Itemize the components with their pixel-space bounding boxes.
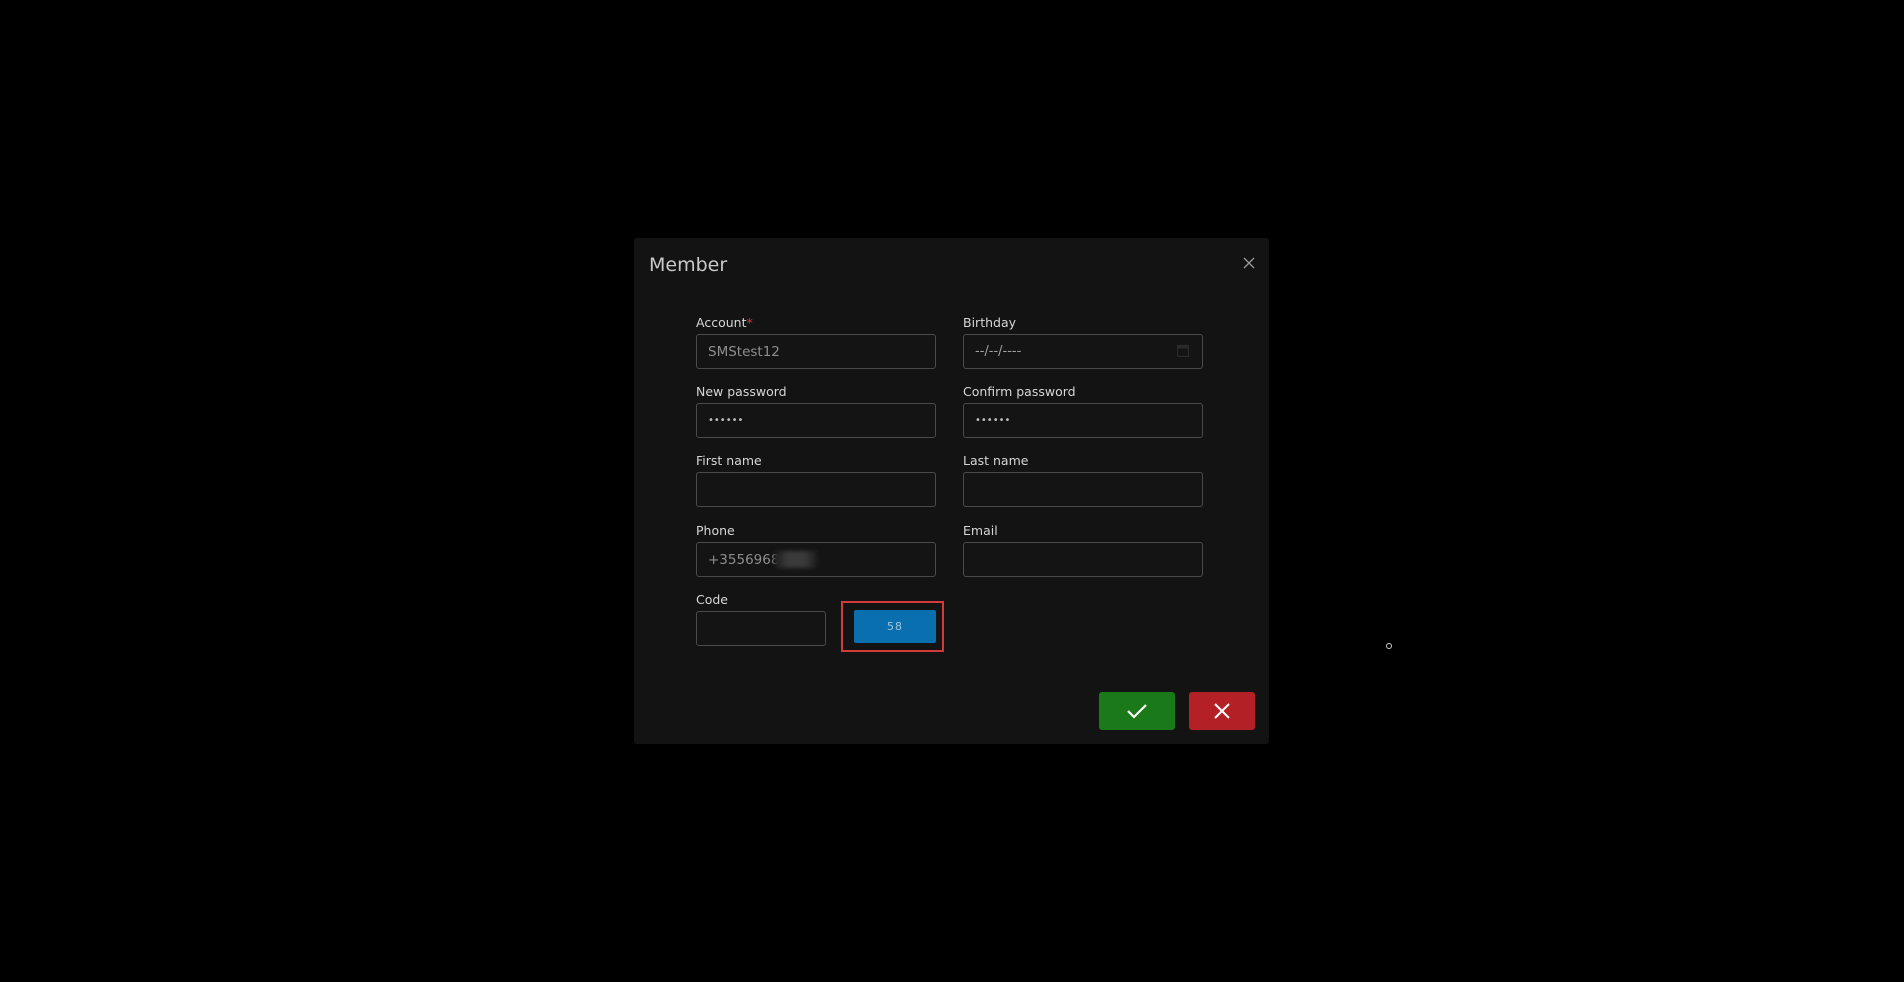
phone-label: Phone [696,523,735,538]
required-mark: * [746,315,753,330]
confirm-password-field: Confirm password [963,383,1203,438]
confirm-button[interactable] [1099,692,1175,730]
new-password-field: New password [696,383,936,438]
checkmark-icon [1127,704,1147,719]
last-name-input[interactable] [963,472,1203,507]
account-input[interactable] [696,334,936,369]
birthday-field: Birthday --/--/---- [963,314,1203,369]
code-field: Code [696,591,826,646]
close-icon [1214,703,1230,719]
last-name-field: Last name [963,452,1203,507]
email-input[interactable] [963,542,1203,577]
send-code-button[interactable]: 58 [854,610,936,643]
first-name-field: First name [696,452,936,507]
cancel-button[interactable] [1189,692,1255,730]
new-password-input[interactable] [696,403,936,438]
birthday-input[interactable] [963,334,1203,369]
birthday-label: Birthday [963,315,1017,330]
email-label: Email [963,523,998,538]
confirm-password-label: Confirm password [963,384,1076,399]
close-icon[interactable] [1241,255,1257,271]
confirm-password-input[interactable] [963,403,1203,438]
last-name-label: Last name [963,453,1029,468]
redacted-mask [774,551,818,568]
email-field: Email [963,522,1203,577]
mouse-cursor [1386,643,1392,649]
code-label: Code [696,592,729,607]
code-input[interactable] [696,611,826,646]
account-field: Account* [696,314,936,369]
account-label: Account* [696,315,753,330]
new-password-label: New password [696,384,787,399]
calendar-icon[interactable] [1177,344,1189,357]
first-name-input[interactable] [696,472,936,507]
first-name-label: First name [696,453,762,468]
dialog-title: Member [649,254,728,276]
phone-field: Phone [696,522,936,577]
